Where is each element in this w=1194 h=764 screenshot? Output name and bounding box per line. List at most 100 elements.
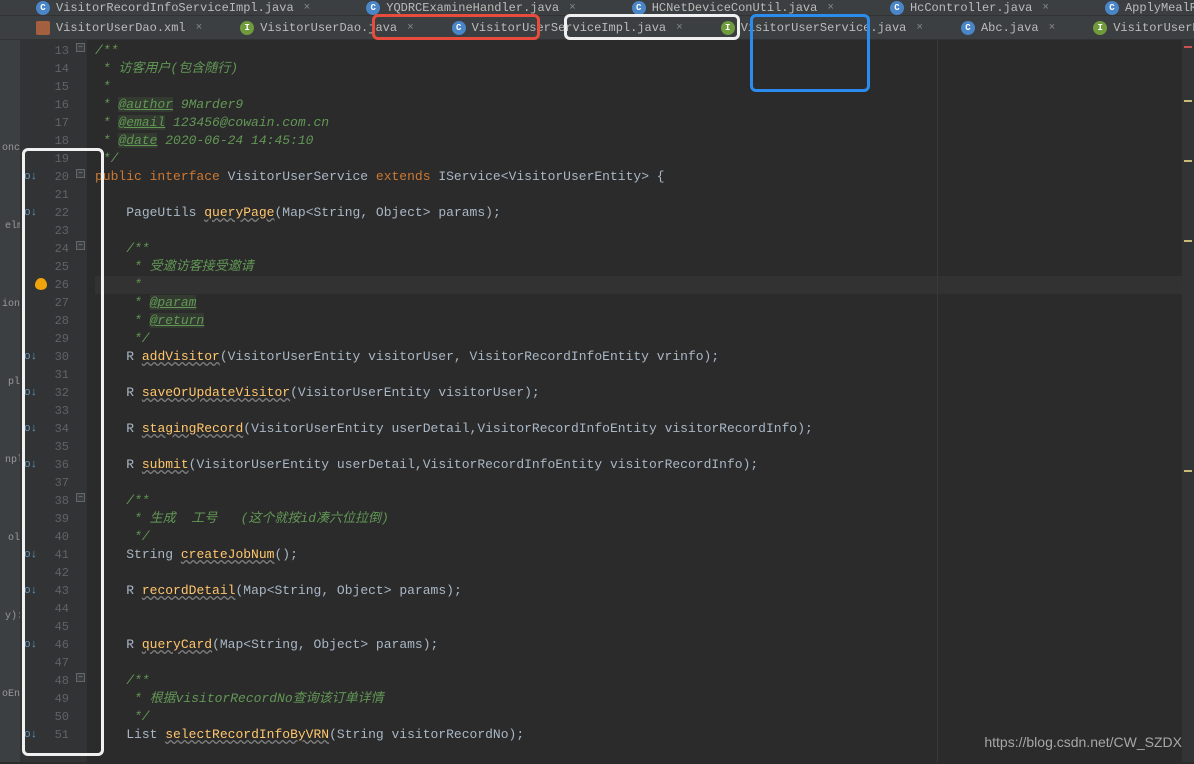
line-number[interactable]: 21 — [20, 186, 69, 204]
line-number[interactable]: 51o↓ — [20, 726, 69, 744]
file-tab[interactable]: CVisitorUserServiceImpl.java× — [444, 19, 691, 37]
file-tab[interactable]: VisitorUserDao.xml× — [28, 19, 210, 37]
code-line[interactable]: */ — [95, 330, 1182, 348]
line-number[interactable]: 13 — [20, 42, 69, 60]
code-line[interactable] — [95, 366, 1182, 384]
line-number[interactable]: 25 — [20, 258, 69, 276]
line-number[interactable]: 31 — [20, 366, 69, 384]
line-number[interactable]: 47 — [20, 654, 69, 672]
code-line[interactable] — [95, 654, 1182, 672]
close-icon[interactable]: × — [569, 2, 576, 14]
code-editor[interactable]: /** * 访客用户(包含随行) * * @author 9Marder9 * … — [87, 40, 1182, 762]
line-number[interactable]: 24 — [20, 240, 69, 258]
line-number[interactable]: 39 — [20, 510, 69, 528]
close-icon[interactable]: × — [676, 22, 683, 34]
fold-toggle-icon[interactable]: − — [76, 493, 85, 502]
code-line[interactable]: * 根据visitorRecordNo查询该订单详情 — [95, 690, 1182, 708]
fold-toggle-icon[interactable]: − — [76, 43, 85, 52]
intention-bulb-icon[interactable] — [35, 278, 47, 290]
line-number-gutter[interactable]: 1314151617181920o↓2122o↓2324252627282930… — [20, 40, 75, 762]
line-number[interactable]: 19 — [20, 150, 69, 168]
file-tab[interactable]: CHcController.java× — [882, 0, 1057, 16]
override-icon[interactable]: o↓ — [24, 546, 37, 564]
code-line[interactable] — [95, 600, 1182, 618]
close-icon[interactable]: × — [1042, 2, 1049, 14]
file-tab[interactable]: CAbc.java× — [953, 19, 1063, 37]
code-line[interactable]: */ — [95, 150, 1182, 168]
code-line[interactable]: * @author 9Marder9 — [95, 96, 1182, 114]
close-icon[interactable]: × — [407, 22, 414, 34]
line-number[interactable]: 35 — [20, 438, 69, 456]
code-line[interactable]: /** — [95, 240, 1182, 258]
line-number[interactable]: 40 — [20, 528, 69, 546]
line-number[interactable]: 42 — [20, 564, 69, 582]
code-line[interactable]: */ — [95, 528, 1182, 546]
override-icon[interactable]: o↓ — [24, 384, 37, 402]
close-icon[interactable]: × — [1049, 22, 1056, 34]
close-icon[interactable]: × — [916, 22, 923, 34]
override-icon[interactable]: o↓ — [24, 582, 37, 600]
line-number[interactable]: 27 — [20, 294, 69, 312]
code-line[interactable]: * 受邀访客接受邀请 — [95, 258, 1182, 276]
code-line[interactable]: R queryCard(Map<String, Object> params); — [95, 636, 1182, 654]
line-number[interactable]: 36o↓ — [20, 456, 69, 474]
line-number[interactable]: 32o↓ — [20, 384, 69, 402]
code-line[interactable]: * @date 2020-06-24 14:45:10 — [95, 132, 1182, 150]
file-tab[interactable]: CYQDRCExamineHandler.java× — [358, 0, 583, 16]
line-number[interactable]: 48 — [20, 672, 69, 690]
left-tool-strip[interactable]: oncuelmionsplnploly):oEnt — [0, 40, 20, 762]
code-line[interactable] — [95, 618, 1182, 636]
line-number[interactable]: 20o↓ — [20, 168, 69, 186]
code-line[interactable]: /** — [95, 42, 1182, 60]
code-line[interactable] — [95, 564, 1182, 582]
code-line[interactable] — [95, 186, 1182, 204]
close-icon[interactable]: × — [827, 2, 834, 14]
code-line[interactable]: * @return — [95, 312, 1182, 330]
line-number[interactable]: 14 — [20, 60, 69, 78]
fold-toggle-icon[interactable]: − — [76, 241, 85, 250]
code-line[interactable]: public interface VisitorUserService exte… — [95, 168, 1182, 186]
code-line[interactable]: R recordDetail(Map<String, Object> param… — [95, 582, 1182, 600]
line-number[interactable]: 23 — [20, 222, 69, 240]
line-number[interactable]: 22o↓ — [20, 204, 69, 222]
code-line[interactable]: /** — [95, 492, 1182, 510]
code-line[interactable] — [95, 222, 1182, 240]
code-line[interactable]: * @email 123456@cowain.com.cn — [95, 114, 1182, 132]
code-line[interactable]: R saveOrUpdateVisitor(VisitorUserEntity … — [95, 384, 1182, 402]
code-line[interactable] — [95, 402, 1182, 420]
override-icon[interactable]: o↓ — [24, 204, 37, 222]
line-number[interactable]: 18 — [20, 132, 69, 150]
code-line[interactable]: R submit(VisitorUserEntity userDetail,Vi… — [95, 456, 1182, 474]
line-number[interactable]: 44 — [20, 600, 69, 618]
code-line[interactable]: * @param — [95, 294, 1182, 312]
code-line[interactable]: * — [95, 276, 1182, 294]
override-icon[interactable]: o↓ — [24, 348, 37, 366]
code-line[interactable] — [95, 474, 1182, 492]
file-tab[interactable]: IVisitorUserRandomService.java× — [1085, 19, 1194, 37]
code-line[interactable]: */ — [95, 708, 1182, 726]
code-line[interactable]: R stagingRecord(VisitorUserEntity userDe… — [95, 420, 1182, 438]
fold-toggle-icon[interactable]: − — [76, 673, 85, 682]
file-tab[interactable]: CHCNetDeviceConUtil.java× — [624, 0, 842, 16]
code-line[interactable]: String createJobNum(); — [95, 546, 1182, 564]
line-number[interactable]: 16 — [20, 96, 69, 114]
code-line[interactable]: * 生成 工号 (这个就按id凑六位拉倒) — [95, 510, 1182, 528]
line-number[interactable]: 28 — [20, 312, 69, 330]
line-number[interactable]: 37 — [20, 474, 69, 492]
line-number[interactable]: 29 — [20, 330, 69, 348]
line-number[interactable]: 43o↓ — [20, 582, 69, 600]
line-number[interactable]: 46o↓ — [20, 636, 69, 654]
line-number[interactable]: 50 — [20, 708, 69, 726]
code-line[interactable]: * 访客用户(包含随行) — [95, 60, 1182, 78]
line-number[interactable]: 30o↓ — [20, 348, 69, 366]
code-line[interactable]: * — [95, 78, 1182, 96]
file-tab[interactable]: CApplyMealRecordServiceImpl.java× — [1097, 0, 1194, 16]
line-number[interactable]: 15 — [20, 78, 69, 96]
line-number[interactable]: 49 — [20, 690, 69, 708]
file-tab[interactable]: IVisitorUserService.java× — [713, 19, 931, 37]
code-line[interactable] — [95, 438, 1182, 456]
right-marker-strip[interactable] — [1182, 40, 1194, 762]
line-number[interactable]: 38 — [20, 492, 69, 510]
override-icon[interactable]: o↓ — [24, 726, 37, 744]
override-icon[interactable]: o↓ — [24, 456, 37, 474]
